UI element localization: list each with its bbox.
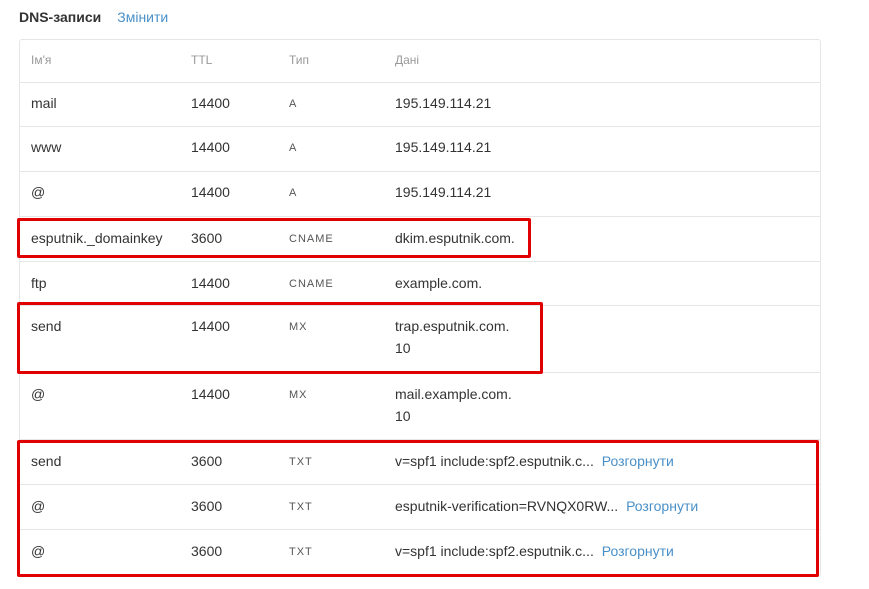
record-type: TXT xyxy=(289,501,313,513)
record-name: ftp xyxy=(31,275,47,291)
record-name: send xyxy=(31,318,62,334)
record-name: mail xyxy=(31,95,57,111)
table-row: @ 3600 TXT esputnik-verification=RVNQX0R… xyxy=(20,485,820,530)
expand-link[interactable]: Розгорнути xyxy=(602,453,674,469)
record-ttl: 14400 xyxy=(191,139,230,155)
record-data-value: v=spf1 include:spf2.esputnik.c... xyxy=(395,453,594,469)
record-data-priority: 10 xyxy=(395,340,411,356)
expand-link[interactable]: Розгорнути xyxy=(602,543,674,559)
dns-records-table: Ім'я TTL Тип Дані mail 14400 A 195.149.1… xyxy=(19,39,821,577)
dns-records-page: DNS-записи Змінити Ім'я TTL Тип Дані mai… xyxy=(0,0,869,589)
record-ttl: 14400 xyxy=(191,275,230,291)
table-row: @ 14400 MX mail.example.com. 10 xyxy=(20,373,820,440)
record-data-value: mail.example.com. xyxy=(395,386,512,402)
record-data-priority: 10 xyxy=(395,408,411,424)
table-row: @ 3600 TXT v=spf1 include:spf2.esputnik.… xyxy=(20,530,820,576)
column-header-data: Дані xyxy=(395,53,420,67)
table-row: mail 14400 A 195.149.114.21 xyxy=(20,83,820,127)
expand-link[interactable]: Розгорнути xyxy=(626,498,698,514)
table-header-row: Ім'я TTL Тип Дані xyxy=(20,40,820,83)
record-type: MX xyxy=(289,389,308,401)
record-data-value: v=spf1 include:spf2.esputnik.c... xyxy=(395,543,594,559)
record-name: @ xyxy=(31,386,46,402)
record-ttl: 3600 xyxy=(191,230,223,246)
record-data-value: esputnik-verification=RVNQX0RW... xyxy=(395,498,619,514)
record-type: TXT xyxy=(289,546,313,558)
record-ttl: 14400 xyxy=(191,386,230,402)
record-data: 195.149.114.21 xyxy=(395,139,492,155)
record-name: @ xyxy=(31,498,46,514)
dns-header: DNS-записи Змінити xyxy=(19,8,168,26)
record-name: @ xyxy=(31,184,46,200)
record-data: 195.149.114.21 xyxy=(395,184,492,200)
record-data: v=spf1 include:spf2.esputnik.c... Розгор… xyxy=(395,540,674,562)
record-name: send xyxy=(31,453,62,469)
record-ttl: 14400 xyxy=(191,184,230,200)
record-type: TXT xyxy=(289,456,313,468)
column-header-ttl: TTL xyxy=(191,53,213,67)
record-name: @ xyxy=(31,543,46,559)
record-data: example.com. xyxy=(395,275,483,291)
record-data: esputnik-verification=RVNQX0RW... Розгор… xyxy=(395,495,698,517)
table-row: send 3600 TXT v=spf1 include:spf2.esputn… xyxy=(20,440,820,485)
table-row: @ 14400 A 195.149.114.21 xyxy=(20,172,820,217)
record-type: A xyxy=(289,98,298,110)
record-data: mail.example.com. 10 xyxy=(395,383,512,427)
record-name: esputnik._domainkey xyxy=(31,230,163,246)
record-type: CNAME xyxy=(289,233,334,245)
record-ttl: 3600 xyxy=(191,543,223,559)
section-title: DNS-записи xyxy=(19,9,102,25)
edit-link[interactable]: Змінити xyxy=(117,9,168,25)
record-data: dkim.esputnik.com. xyxy=(395,230,515,246)
record-ttl: 3600 xyxy=(191,498,223,514)
table-row: esputnik._domainkey 3600 CNAME dkim.espu… xyxy=(20,217,820,262)
record-ttl: 14400 xyxy=(191,95,230,111)
record-name: www xyxy=(31,139,62,155)
table-row: www 14400 A 195.149.114.21 xyxy=(20,127,820,172)
column-header-type: Тип xyxy=(289,53,310,67)
record-ttl: 3600 xyxy=(191,453,223,469)
record-ttl: 14400 xyxy=(191,318,230,334)
record-data: v=spf1 include:spf2.esputnik.c... Розгор… xyxy=(395,450,674,472)
record-data: trap.esputnik.com. 10 xyxy=(395,315,509,359)
record-data-value: trap.esputnik.com. xyxy=(395,318,510,334)
record-data: 195.149.114.21 xyxy=(395,95,492,111)
table-row: ftp 14400 CNAME example.com. xyxy=(20,262,820,306)
record-type: MX xyxy=(289,321,308,333)
record-type: A xyxy=(289,187,298,199)
column-header-name: Ім'я xyxy=(31,53,52,67)
record-type: CNAME xyxy=(289,278,334,290)
table-row: send 14400 MX trap.esputnik.com. 10 xyxy=(20,306,820,373)
record-type: A xyxy=(289,142,298,154)
